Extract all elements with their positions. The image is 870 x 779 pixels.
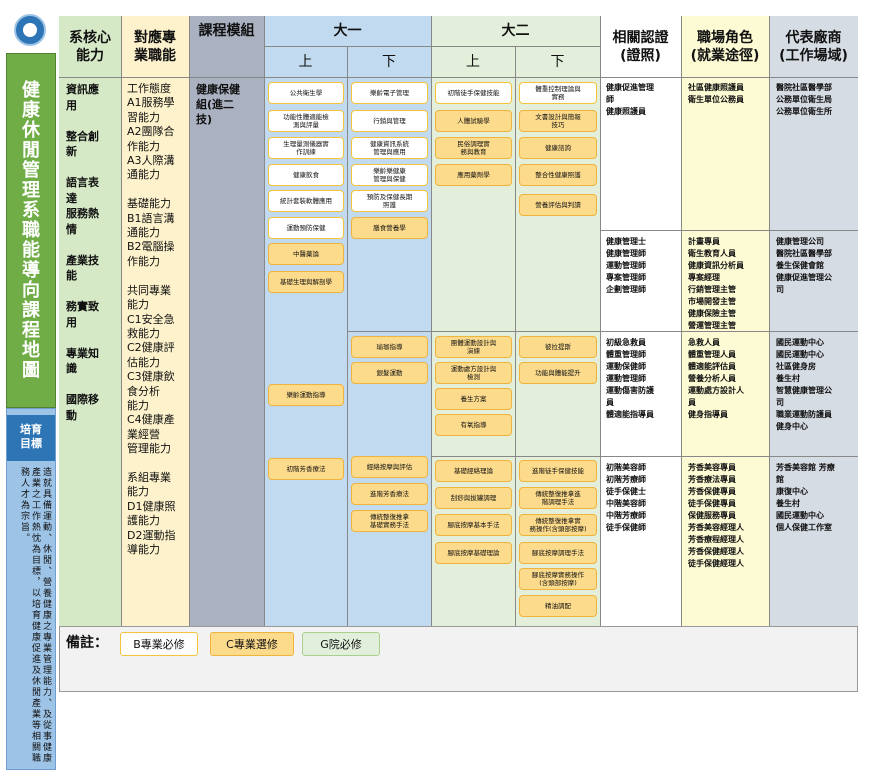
course-box: 應用藥劑學	[435, 164, 512, 186]
course-box: 文書設計與簡報 技巧	[519, 110, 597, 132]
col-divider-1	[121, 16, 122, 626]
course-box: 功能與體能提升	[519, 362, 597, 384]
course-box: 運動處方設計與 檢測	[435, 362, 512, 384]
course-box: 腳底按摩基礎理論	[435, 542, 512, 564]
header-competency: 對應專 業職能	[134, 29, 176, 64]
header-module: 課程模組	[198, 23, 255, 39]
course-box: 初階徒手保健技能	[435, 82, 512, 104]
row4-cert: 初階美容師 初階芳療師 徒手保健士 中階美容師 中階芳療師 徒手保健師	[606, 463, 646, 532]
row2-cert: 健康管理士 健康管理師 運動管理師 專案管理師 企劃管理師	[606, 237, 646, 294]
row1-firm: 醫院社區醫學部 公務單位衛生局 公務單位衛生所	[776, 83, 832, 116]
course-box: 進階徒手保健技能	[519, 460, 597, 482]
course-box: 傳統整復推拿 基礎實務手法	[351, 510, 428, 532]
course-box: 統計套裝軟體應用	[268, 190, 344, 212]
course-box: 養生方案	[435, 388, 512, 410]
header-y2-sem1: 上	[466, 53, 480, 70]
logo-inner-ring	[23, 23, 37, 37]
row-line-1	[600, 230, 858, 231]
core-abilities-text: 資訊應 用 整合創 新 語言表 達 服務熱 情 產業技 能 務實致 用 專業知 …	[66, 83, 99, 422]
row4-role: 芳香美容專員 芳香療法專員 芳香保健專員 徒手保健專員 保健服務專員 芳香美容經…	[688, 463, 744, 568]
course-box: 刮痧與拔罐調理	[435, 487, 512, 509]
course-box: 功能性體適能檢 測與評量	[268, 110, 344, 132]
course-box: 健康資訊系統 管理與應用	[351, 137, 428, 159]
course-box: 樂齡樂健康 管理與保健	[351, 164, 428, 186]
header-y2-sem2: 下	[550, 53, 565, 70]
course-box: 健康諮詢	[519, 137, 597, 159]
header-firm: 代表廠商 (工作場域)	[779, 29, 848, 64]
module-name: 健康保健 組(進二 技)	[196, 83, 240, 126]
course-box: 腳底按摩實務操作 (含頭部按摩)	[519, 568, 597, 590]
row-line-2	[347, 331, 858, 332]
course-box: 運動預防保健	[268, 217, 344, 239]
course-box: 膳食營養學	[351, 217, 428, 239]
course-box: 民俗調理實 務與教育	[435, 137, 512, 159]
y2-sem-divider	[515, 46, 516, 626]
course-box: 彼拉提斯	[519, 336, 597, 358]
row1-cert: 健康促進管理 師 健康照護員	[606, 83, 654, 116]
col-divider-4	[431, 16, 432, 626]
course-box: 體重控制理論與 實務	[519, 82, 597, 104]
header-bottom-line	[59, 77, 858, 78]
course-box: 健康飲食	[268, 164, 344, 186]
course-box: 樂齡運動指導	[268, 384, 344, 406]
course-box: 傳統整復推拿實 務操作(含頭部按摩)	[519, 514, 597, 536]
header-y1-sem1: 上	[298, 53, 313, 70]
side-title-panel: 健康休閒管理系職能導向課程地圖	[6, 53, 56, 408]
course-box: 人體試驗學	[435, 110, 512, 132]
header-role: 職場角色 (就業途徑)	[690, 29, 760, 64]
course-box: 樂齡電子管理	[351, 82, 428, 104]
course-box: 經絡按摩與評估	[351, 456, 428, 478]
course-box: 生理量測儀器實 作訓練	[268, 137, 344, 159]
col-divider-2	[189, 16, 190, 626]
y1-sem-divider	[347, 46, 348, 626]
competencies-text: 工作態度 A1服務學 習能力 A2團隊合 作能力 A3人際溝 通能力 基礎能力 …	[127, 82, 176, 556]
course-box: 精油調配	[519, 595, 597, 617]
course-box: 腳底按摩基本手法	[435, 514, 512, 536]
row3-role: 急救人員 體重管理人員 體適能評估員 營養分析人員 運動處方設計人 員 健身指導…	[688, 338, 744, 419]
col-divider-5	[600, 16, 601, 626]
course-box: 基礎經絡理論	[435, 460, 512, 482]
course-box: 進階芳香療法	[351, 483, 428, 505]
row1-role: 社區健康照護員 衛生單位公務員	[688, 83, 744, 104]
course-box: 腳底按摩調理手法	[519, 542, 597, 564]
row4-firm: 芳香美容館 芳療 館 康復中心 養生村 國民運動中心 個人保健工作室	[776, 463, 835, 532]
school-logo	[14, 14, 46, 46]
goal-panel: 培育 目標 造就具備運動、休閒、營養健康之專業管理能力、及從事健康產業之工作熱忱…	[6, 408, 56, 770]
row2-firm: 健康管理公司 醫院社區醫學部 養生保健會館 健康促進管理公 司	[776, 237, 832, 294]
course-box: 預防及保健長期 照護	[351, 190, 428, 212]
goal-text: 造就具備運動、休閒、營養健康之專業管理能力、及從事健康產業之工作熱忱為目標，以培…	[19, 467, 51, 764]
goal-label: 培育 目標	[7, 415, 55, 461]
header-year1: 大一	[333, 23, 362, 39]
col-divider-7	[769, 16, 770, 626]
header-cert: 相關認證 (證照)	[612, 29, 669, 64]
row2-role: 計畫專員 衛生教育人員 健康資訊分析員 專案經理 行銷管理主管 市場開發主管 健…	[688, 237, 744, 330]
legend-elective: C專業選修	[210, 632, 294, 656]
course-box: 初階芳香療法	[268, 458, 344, 480]
course-box: 中醫藥論	[268, 243, 344, 265]
row3-firm: 國民運動中心 國民運動中心 社區健身房 養生村 智慧健康管理公 司 職業運動防護…	[776, 338, 832, 431]
legend-college: G院必修	[302, 632, 380, 656]
notes-label: 備註：	[66, 635, 108, 651]
header-year2: 大二	[501, 23, 530, 39]
side-title: 健康休閒管理系職能導向課程地圖	[22, 79, 40, 381]
course-box: 瑜珈指導	[351, 336, 428, 358]
course-box: 團體運動設計與 演練	[435, 336, 512, 358]
row-line-3	[431, 456, 858, 457]
course-box: 營養評估與判讀	[519, 194, 597, 216]
course-box: 公共衛生學	[268, 82, 344, 104]
course-box: 傳統整復推拿進 階調理手法	[519, 487, 597, 509]
col-divider-3	[264, 16, 265, 626]
header-core: 系核心 能力	[69, 29, 111, 64]
legend-required: B專業必修	[120, 632, 198, 656]
row3-cert: 初級急救員 體重管理師 運動保健師 運動管理師 運動傷害防護 員 體適能指導員	[606, 338, 654, 419]
course-box: 行銷與管理	[351, 110, 428, 132]
header-y1-sem2: 下	[382, 53, 396, 70]
course-box: 銀髮運動	[351, 362, 428, 384]
course-box: 整合性健康照護	[519, 164, 597, 186]
course-box: 基礎生理與解剖學	[268, 271, 344, 293]
col-divider-6	[681, 16, 682, 626]
course-box: 有氧指導	[435, 414, 512, 436]
